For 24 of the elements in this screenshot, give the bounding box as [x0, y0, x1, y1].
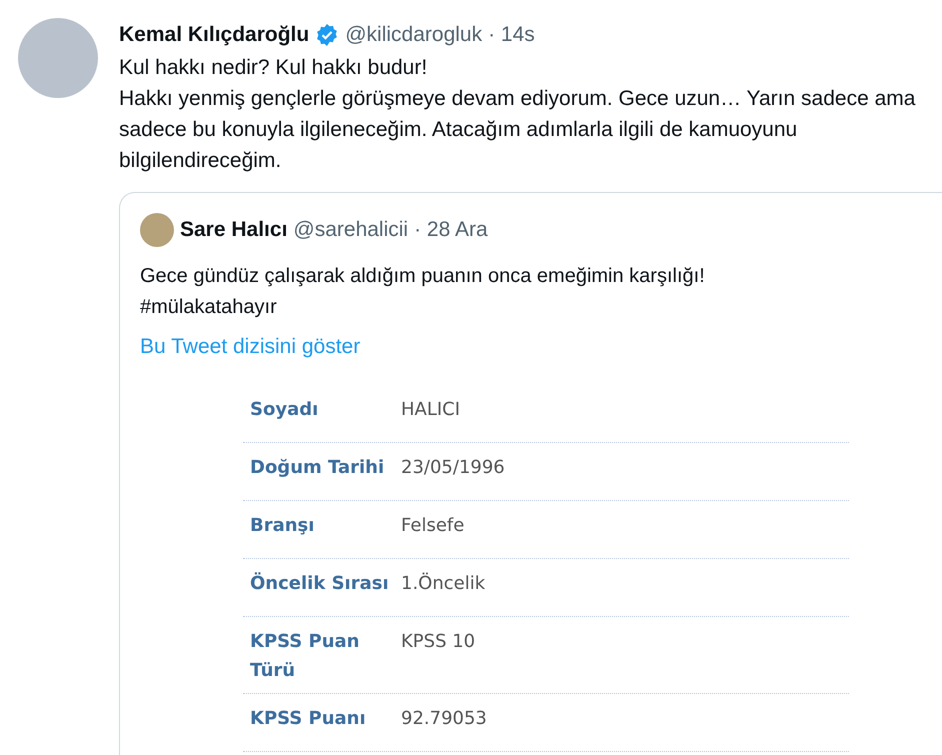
- avatar[interactable]: [140, 213, 174, 247]
- tweet-text: Gece gündüz çalışarak aldığım puanın onca emeğimin karşılığı!: [140, 264, 706, 289]
- field-label: KPSS Puan Türü: [249, 630, 360, 683]
- field-value: 92.79053: [400, 707, 487, 731]
- tweet-time[interactable]: · 28 Ara: [414, 218, 488, 242]
- field-label: Branşı: [249, 514, 316, 538]
- field-value: KPSS 10: [400, 630, 476, 654]
- tweet-time[interactable]: · 14s: [488, 23, 535, 47]
- author-name[interactable]: Kemal Kılıçdaroğlu: [119, 23, 310, 47]
- field-label: Öncelik Sırası: [249, 571, 390, 596]
- quoted-tweet-card[interactable]: [119, 192, 942, 755]
- author-handle[interactable]: @sarehalicii: [293, 218, 408, 242]
- field-label: KPSS Puanı: [249, 707, 367, 731]
- field-value: 23/05/1996: [400, 456, 505, 480]
- tweet-text: Hakkı yenmiş gençlerle görüşmeye devam ediyorum. Gece uzun… Yarın sadece ama sadece bu konuyla ilgileneceğim. Atacağım adımlarla ilgili de kamuoyunu bilgilendireceğim.: [119, 86, 916, 174]
- field-value: 1.Öncelik: [400, 572, 486, 596]
- author-handle[interactable]: @kilicdarogluk: [345, 23, 482, 47]
- tweet-text: #mülakatahayır: [140, 295, 278, 320]
- tweet-text: Kul hakkı nedir? Kul hakkı budur!: [119, 55, 428, 81]
- field-value: HALICI: [400, 398, 460, 422]
- field-label: Soyadı: [249, 398, 320, 422]
- field-label: Doğum Tarihi: [249, 456, 386, 480]
- author-name[interactable]: Sare Halıcı: [180, 218, 288, 242]
- field-value: Felsefe: [400, 514, 464, 538]
